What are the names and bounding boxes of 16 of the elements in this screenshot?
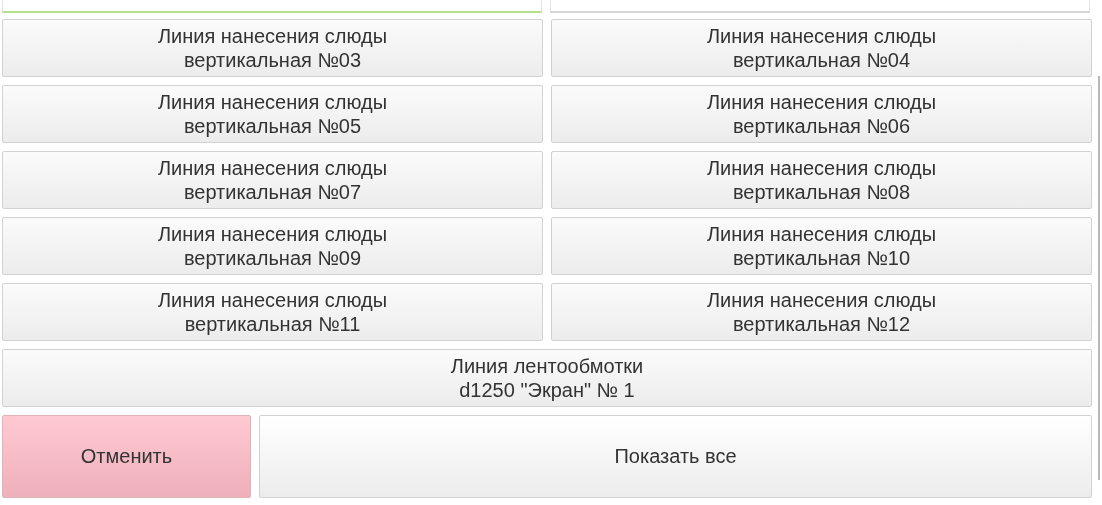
cancel-button[interactable]: Отменить [2,415,251,498]
line-button[interactable]: Линия нанесения слюды вертикальная №05 [2,85,543,143]
line-button[interactable]: Линия нанесения слюды вертикальная №06 [551,85,1092,143]
line-button[interactable]: Линия нанесения слюды вертикальная №10 [551,217,1092,275]
line-button[interactable]: Линия нанесения слюды вертикальная №08 [551,151,1092,209]
line-button[interactable]: Линия нанесения слюды вертикальная №09 [2,217,543,275]
line-button[interactable]: Линия нанесения слюды вертикальная №07 [2,151,543,209]
line-button[interactable]: Линия лентообмотки d1250 "Экран" № 1 [2,349,1092,407]
line-button[interactable]: Линия нанесения слюды вертикальная №03 [2,19,543,77]
scrollbar[interactable] [1098,76,1100,480]
line-button[interactable]: Линия нанесения слюды вертикальная №04 [551,19,1092,77]
input-field[interactable] [2,0,542,13]
line-button[interactable]: Линия нанесения слюды вертикальная №12 [551,283,1092,341]
line-button[interactable]: Линия нанесения слюды вертикальная №11 [2,283,543,341]
show-all-button[interactable]: Показать все [259,415,1092,498]
input-field[interactable] [550,0,1090,13]
